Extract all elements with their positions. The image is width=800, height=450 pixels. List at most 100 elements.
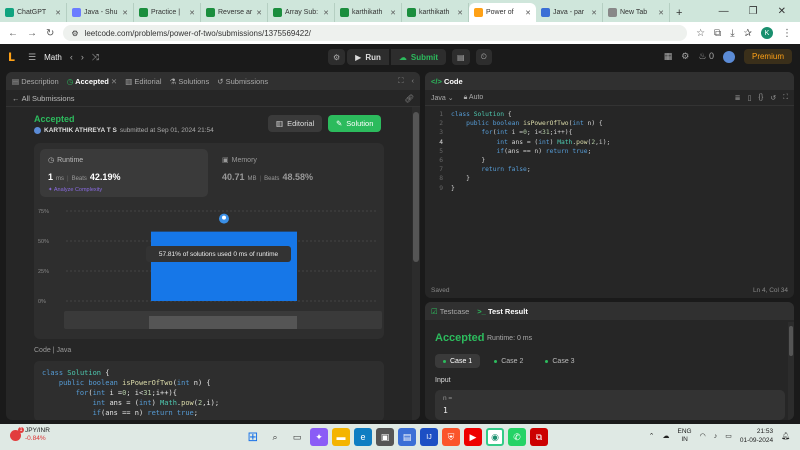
chevron-up-icon[interactable]: ⌃ xyxy=(649,432,655,440)
back-icon[interactable]: ← xyxy=(8,28,18,39)
language-indicator[interactable]: ENG IN xyxy=(678,428,692,444)
youtube-icon[interactable]: ▶ xyxy=(464,428,482,446)
url-input[interactable]: ⚙ leetcode.com/problems/power-of-two/sub… xyxy=(63,25,688,41)
whatsapp-icon[interactable]: ✆ xyxy=(508,428,526,446)
chart-bar[interactable] xyxy=(151,231,297,301)
browser-tab[interactable]: Java - par ✕ xyxy=(536,3,603,22)
close-tab-icon[interactable]: ✕ xyxy=(457,9,463,17)
store-icon[interactable]: ▤ xyxy=(398,428,416,446)
close-tab-icon[interactable]: ✕ xyxy=(658,9,664,17)
battery-icon[interactable]: ▭ xyxy=(725,432,732,440)
case-tab[interactable]: Case 1 xyxy=(435,354,481,368)
runtime-card[interactable]: ◷ Runtime 1 ms | Beats 42.19% ✦ Analyze C… xyxy=(40,149,208,197)
all-submissions-link[interactable]: ← All Submissions 🔗︎ xyxy=(6,90,420,107)
task-view-icon[interactable]: ▭ xyxy=(288,428,306,446)
expand-icon[interactable]: ⛶ xyxy=(398,76,403,86)
share-link-icon[interactable]: 🔗︎ xyxy=(404,94,414,103)
photos-icon[interactable]: ▣ xyxy=(376,428,394,446)
forward-icon[interactable]: → xyxy=(27,28,37,39)
bookmark-star-icon[interactable]: ☆ xyxy=(696,28,705,39)
tab-submissions[interactable]: ↺ Submissions xyxy=(217,77,268,86)
code-line[interactable]: int ans = (int) Math.pow(2,i); xyxy=(451,138,611,147)
menu-dots-icon[interactable]: ⋮ xyxy=(782,28,792,39)
widget-ticker[interactable]: JPY/INR -0.84% xyxy=(10,426,50,443)
reset-icon[interactable]: ↺ xyxy=(770,94,776,102)
tab-editorial[interactable]: ▥ Editorial xyxy=(125,77,161,86)
browser-tab[interactable]: New Tab ✕ xyxy=(603,3,670,22)
code-line[interactable]: class Solution { xyxy=(451,110,610,119)
run-button[interactable]: ▶ Run xyxy=(347,49,389,65)
downloads-icon[interactable]: ⤓ xyxy=(730,28,734,39)
left-scrollbar[interactable] xyxy=(412,107,420,420)
case-tab[interactable]: Case 3 xyxy=(537,354,582,368)
code-tab[interactable]: </> Code xyxy=(431,77,463,86)
code-editor[interactable]: 1 2345 6789 class Solution { public boolea… xyxy=(425,106,794,282)
maximize-icon[interactable]: ❐ xyxy=(749,6,758,17)
chrome-icon[interactable]: ◉ xyxy=(486,428,504,446)
code-line[interactable]: public boolean isPowerOfTwo(int n) { xyxy=(451,119,610,128)
close-tab-icon[interactable]: ✕ xyxy=(55,9,61,17)
tab-test-result[interactable]: >_ Test Result xyxy=(477,307,528,316)
layout-icon[interactable]: ▦ xyxy=(664,51,673,62)
collapse-icon[interactable]: ‹ xyxy=(412,76,415,86)
bookmark-icon[interactable]: ▯ xyxy=(748,94,752,102)
file-explorer-icon[interactable]: ▬ xyxy=(332,428,350,446)
bookmarks-icon[interactable]: ✰ xyxy=(744,28,752,39)
close-tab-icon[interactable]: ✕ xyxy=(122,9,128,17)
code-line[interactable]: if(ans == n) return true; xyxy=(451,147,610,156)
browser-tab[interactable]: ChatGPT ✕ xyxy=(0,3,67,22)
close-tab-icon[interactable]: ✕ xyxy=(189,9,195,17)
browser-tab[interactable]: karthikath ✕ xyxy=(402,3,469,22)
premium-button[interactable]: Premium xyxy=(743,49,792,64)
range-slider-selection[interactable] xyxy=(149,316,297,329)
windows-start-icon[interactable]: ⊞ xyxy=(244,428,262,446)
notes-icon[interactable]: ▤ xyxy=(452,49,470,65)
analyze-complexity-link[interactable]: ✦ Analyze Complexity xyxy=(48,187,102,193)
code-line[interactable]: } xyxy=(451,156,610,165)
editorial-button[interactable]: ▥ Editorial xyxy=(268,115,323,132)
tab-description[interactable]: ▤ Description xyxy=(12,77,59,86)
browser-tab[interactable]: Reverse ar ✕ xyxy=(201,3,268,22)
tab-solutions[interactable]: ⚗ Solutions xyxy=(170,77,210,86)
wifi-icon[interactable]: ◠ xyxy=(700,432,706,440)
code-line[interactable]: for(int i =0; i<31;i++){ xyxy=(451,128,610,137)
leetcode-logo[interactable]: ᒪ xyxy=(8,51,20,64)
close-tab-icon[interactable]: ✕ xyxy=(390,9,396,17)
code-line[interactable]: } xyxy=(451,184,610,193)
submit-button[interactable]: ☁ Submit xyxy=(390,49,446,65)
close-tab-icon[interactable]: ✕ xyxy=(111,77,117,86)
reload-icon[interactable]: ↻ xyxy=(46,28,54,39)
search-icon[interactable]: ⌕ xyxy=(266,428,284,446)
code-lines[interactable]: class Solution { public boolean isPowerO… xyxy=(451,110,610,193)
right-scrollbar[interactable] xyxy=(788,322,794,420)
code-line[interactable]: return false; xyxy=(451,165,610,174)
next-problem-icon[interactable]: › xyxy=(81,52,84,62)
clock[interactable]: 21:53 01-09-2024 xyxy=(740,427,773,445)
right-scroll-thumb[interactable] xyxy=(789,326,793,356)
problem-list-icon[interactable]: ☰ xyxy=(28,52,36,63)
format-icon[interactable]: ≣ xyxy=(735,94,741,102)
browser-tab[interactable]: Power of ✕ xyxy=(469,3,536,22)
streak-counter[interactable]: ♨ 0 xyxy=(698,51,714,62)
case-tab[interactable]: Case 2 xyxy=(486,354,531,368)
code-line[interactable]: } xyxy=(451,174,610,183)
profile-avatar[interactable]: K xyxy=(761,27,773,39)
new-tab-icon[interactable]: + xyxy=(670,3,688,22)
language-select[interactable]: Java ⌄ xyxy=(431,94,454,102)
close-tab-icon[interactable]: ✕ xyxy=(591,9,597,17)
timer-icon[interactable]: ⏲ xyxy=(475,49,492,65)
tab-accepted[interactable]: ◷ Accepted ✕ xyxy=(67,77,118,86)
browser-tab[interactable]: karthikath ✕ xyxy=(335,3,402,22)
memory-card[interactable]: ▣ Memory 40.71 MB | Beats 48.58% xyxy=(214,149,378,197)
user-avatar[interactable] xyxy=(722,50,735,63)
prev-problem-icon[interactable]: ‹ xyxy=(70,52,73,62)
browser-tab[interactable]: Java - Shu ✕ xyxy=(67,3,134,22)
pdf-icon[interactable]: ⧉ xyxy=(530,428,548,446)
left-scroll-thumb[interactable] xyxy=(413,112,419,262)
brave-icon[interactable]: ⛨ xyxy=(442,428,460,446)
close-tab-icon[interactable]: ✕ xyxy=(323,9,329,17)
braces-icon[interactable]: {} xyxy=(759,94,764,102)
volume-icon[interactable]: ♪ xyxy=(714,433,718,440)
debug-icon[interactable]: ⚙ xyxy=(328,49,346,65)
submission-user[interactable]: KARTHIK ATHREYA T S xyxy=(44,127,117,134)
